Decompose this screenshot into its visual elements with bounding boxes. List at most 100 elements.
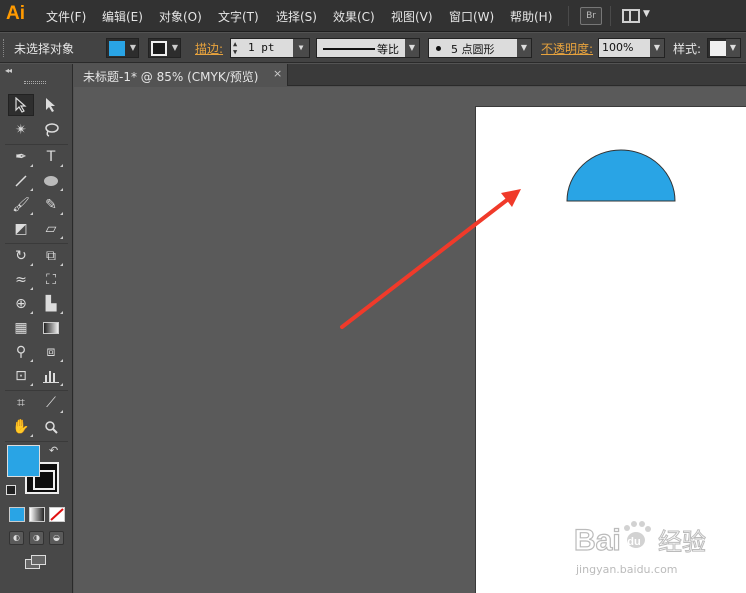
scale-tool-icon[interactable]: ⧉ [38, 245, 64, 267]
brush-label: 5 点圆形 [451, 43, 495, 56]
style-swatch-icon [710, 41, 726, 56]
stroke-swatch-icon [151, 41, 167, 56]
gradient-tool-icon[interactable] [38, 317, 64, 339]
menu-help[interactable]: 帮助(H) [510, 8, 552, 25]
chevron-down-icon: ▼ [129, 43, 136, 52]
draw-normal-icon[interactable]: ◐ [9, 531, 24, 545]
document-tab-bar: 未标题-1* @ 85% (CMYK/预览) × [74, 64, 746, 86]
menu-object[interactable]: 对象(O) [159, 8, 202, 25]
menu-edit[interactable]: 编辑(E) [102, 8, 143, 25]
menu-view[interactable]: 视图(V) [391, 8, 433, 25]
menu-type[interactable]: 文字(T) [218, 8, 259, 25]
panel-grip[interactable] [3, 39, 6, 57]
document-tab-title: 未标题-1* @ 85% (CMYK/预览) [83, 70, 259, 84]
semicircle-shape [566, 149, 676, 202]
spinner-arrows-icon[interactable]: ▲ ▼ [233, 40, 237, 56]
panel-grip[interactable] [24, 81, 46, 84]
screen-mode-icon[interactable] [25, 555, 47, 569]
chevron-down-icon: ▼ [171, 43, 178, 52]
swap-fill-stroke-icon[interactable]: ↶ [49, 444, 58, 457]
chevron-down-icon[interactable]: ▼ [643, 9, 650, 19]
chevron-down-icon: ▼ [726, 39, 740, 57]
perspective-grid-tool-icon[interactable]: ▙ [38, 293, 64, 315]
zoom-tool-icon[interactable] [38, 416, 64, 438]
line-segment-tool-icon[interactable] [8, 170, 34, 192]
shape-builder-tool-icon[interactable]: ⊕ [8, 293, 34, 315]
eraser-tool-icon[interactable]: ▱ [38, 218, 64, 240]
eyedropper-tool-icon[interactable]: ⚲ [8, 341, 34, 363]
draw-behind-icon[interactable]: ◑ [29, 531, 44, 545]
stroke-weight-value: 1 pt [248, 41, 275, 54]
magic-wand-tool-icon[interactable]: ✴ [8, 119, 34, 141]
opacity-label[interactable]: 不透明度: [541, 40, 593, 57]
stroke-label[interactable]: 描边: [195, 40, 223, 57]
brush-dot-icon [436, 46, 441, 51]
slice-tool-icon[interactable]: ⟋ [38, 392, 64, 414]
default-fill-stroke-icon[interactable] [6, 485, 16, 495]
selection-tool-icon[interactable] [8, 94, 34, 116]
rotate-tool-icon[interactable]: ↻ [8, 245, 34, 267]
lasso-tool-icon[interactable] [38, 119, 64, 141]
hand-tool-icon[interactable]: ✋ [8, 416, 34, 438]
chevron-down-icon[interactable]: ▼ [293, 39, 309, 57]
draw-inside-icon[interactable]: ◒ [49, 531, 64, 545]
stroke-color-button[interactable]: ▼ [148, 38, 181, 58]
fill-color-swatch[interactable] [7, 445, 40, 477]
svg-text:du: du [627, 536, 640, 548]
paintbrush-tool-icon[interactable]: 🖌 [8, 194, 34, 216]
type-tool-icon[interactable]: T [38, 146, 64, 168]
menu-select[interactable]: 选择(S) [276, 8, 317, 25]
gradient-mode-icon[interactable] [29, 507, 45, 522]
tool-divider [5, 441, 68, 442]
opacity-input[interactable]: 100% ▼ [598, 38, 665, 58]
menu-divider [568, 6, 569, 26]
stroke-profile-label: 等比 [377, 43, 399, 56]
pencil-tool-icon[interactable]: ✎ [38, 194, 64, 216]
direct-selection-tool-icon[interactable] [38, 94, 64, 116]
collapse-panel-icon[interactable]: ◂◂ [5, 66, 12, 75]
watermark-text: 经验 [658, 528, 706, 556]
selection-status: 未选择对象 [14, 42, 75, 56]
stroke-weight-input[interactable]: ▲ ▼ 1 pt ▼ [230, 38, 310, 58]
stroke-line-icon [323, 48, 375, 50]
menu-window[interactable]: 窗口(W) [449, 8, 494, 25]
menu-divider [610, 6, 611, 26]
menu-effect[interactable]: 效果(C) [333, 8, 375, 25]
watermark-url: jingyan.baidu.com [575, 563, 678, 576]
tools-panel: ◂◂ ✴ ✒ T 🖌 ✎ ◩ ▱ ↻ ⧉ ≈ ⛶ ⊕ ▙ ▦ ⚲ ⧈ ⊡ ⌗ ⟋… [0, 64, 73, 593]
blob-brush-tool-icon[interactable]: ◩ [8, 218, 34, 240]
none-mode-icon[interactable] [49, 507, 65, 522]
mesh-tool-icon[interactable]: ▦ [8, 317, 34, 339]
fill-color-button[interactable]: ▼ [106, 38, 139, 58]
bridge-button[interactable]: Br [580, 7, 602, 25]
close-icon[interactable]: × [273, 67, 282, 80]
tool-divider [5, 390, 68, 391]
chevron-down-icon: ▼ [517, 39, 531, 57]
brush-select[interactable]: 5 点圆形 ▼ [428, 38, 532, 58]
stroke-profile-select[interactable]: 等比 ▼ [316, 38, 420, 58]
baidu-watermark: Bai du 经验 jingyan.baidu.com [572, 510, 742, 580]
symbol-sprayer-tool-icon[interactable]: ⊡ [8, 365, 34, 387]
color-mode-icon[interactable] [9, 507, 25, 522]
graphic-style-picker[interactable]: ▼ [707, 38, 741, 58]
workspace-layout-icon[interactable] [622, 9, 640, 23]
column-graph-tool-icon[interactable] [38, 365, 64, 387]
fill-swatch-icon [109, 41, 125, 56]
pen-tool-icon[interactable]: ✒ [8, 146, 34, 168]
chevron-down-icon[interactable]: ▼ [650, 39, 664, 57]
tool-divider [5, 144, 68, 145]
watermark-text: Bai [574, 524, 621, 557]
artboard-tool-icon[interactable]: ⌗ [8, 392, 34, 414]
app-logo: Ai [6, 3, 25, 24]
style-label: 样式: [673, 42, 702, 56]
ellipse-tool-icon[interactable] [38, 170, 64, 192]
blend-tool-icon[interactable]: ⧈ [38, 341, 64, 363]
document-tab[interactable]: 未标题-1* @ 85% (CMYK/预览) × [74, 64, 288, 86]
free-transform-tool-icon[interactable]: ⛶ [38, 269, 64, 291]
tool-divider [5, 243, 68, 244]
menu-file[interactable]: 文件(F) [46, 8, 86, 25]
control-bar: 未选择对象 ▼ ▼ 描边: ▲ ▼ 1 pt ▼ 等比 ▼ 5 点圆形 ▼ 不透明… [0, 33, 746, 63]
opacity-value: 100% [602, 41, 634, 54]
chevron-down-icon: ▼ [405, 39, 419, 57]
width-tool-icon[interactable]: ≈ [8, 269, 34, 291]
